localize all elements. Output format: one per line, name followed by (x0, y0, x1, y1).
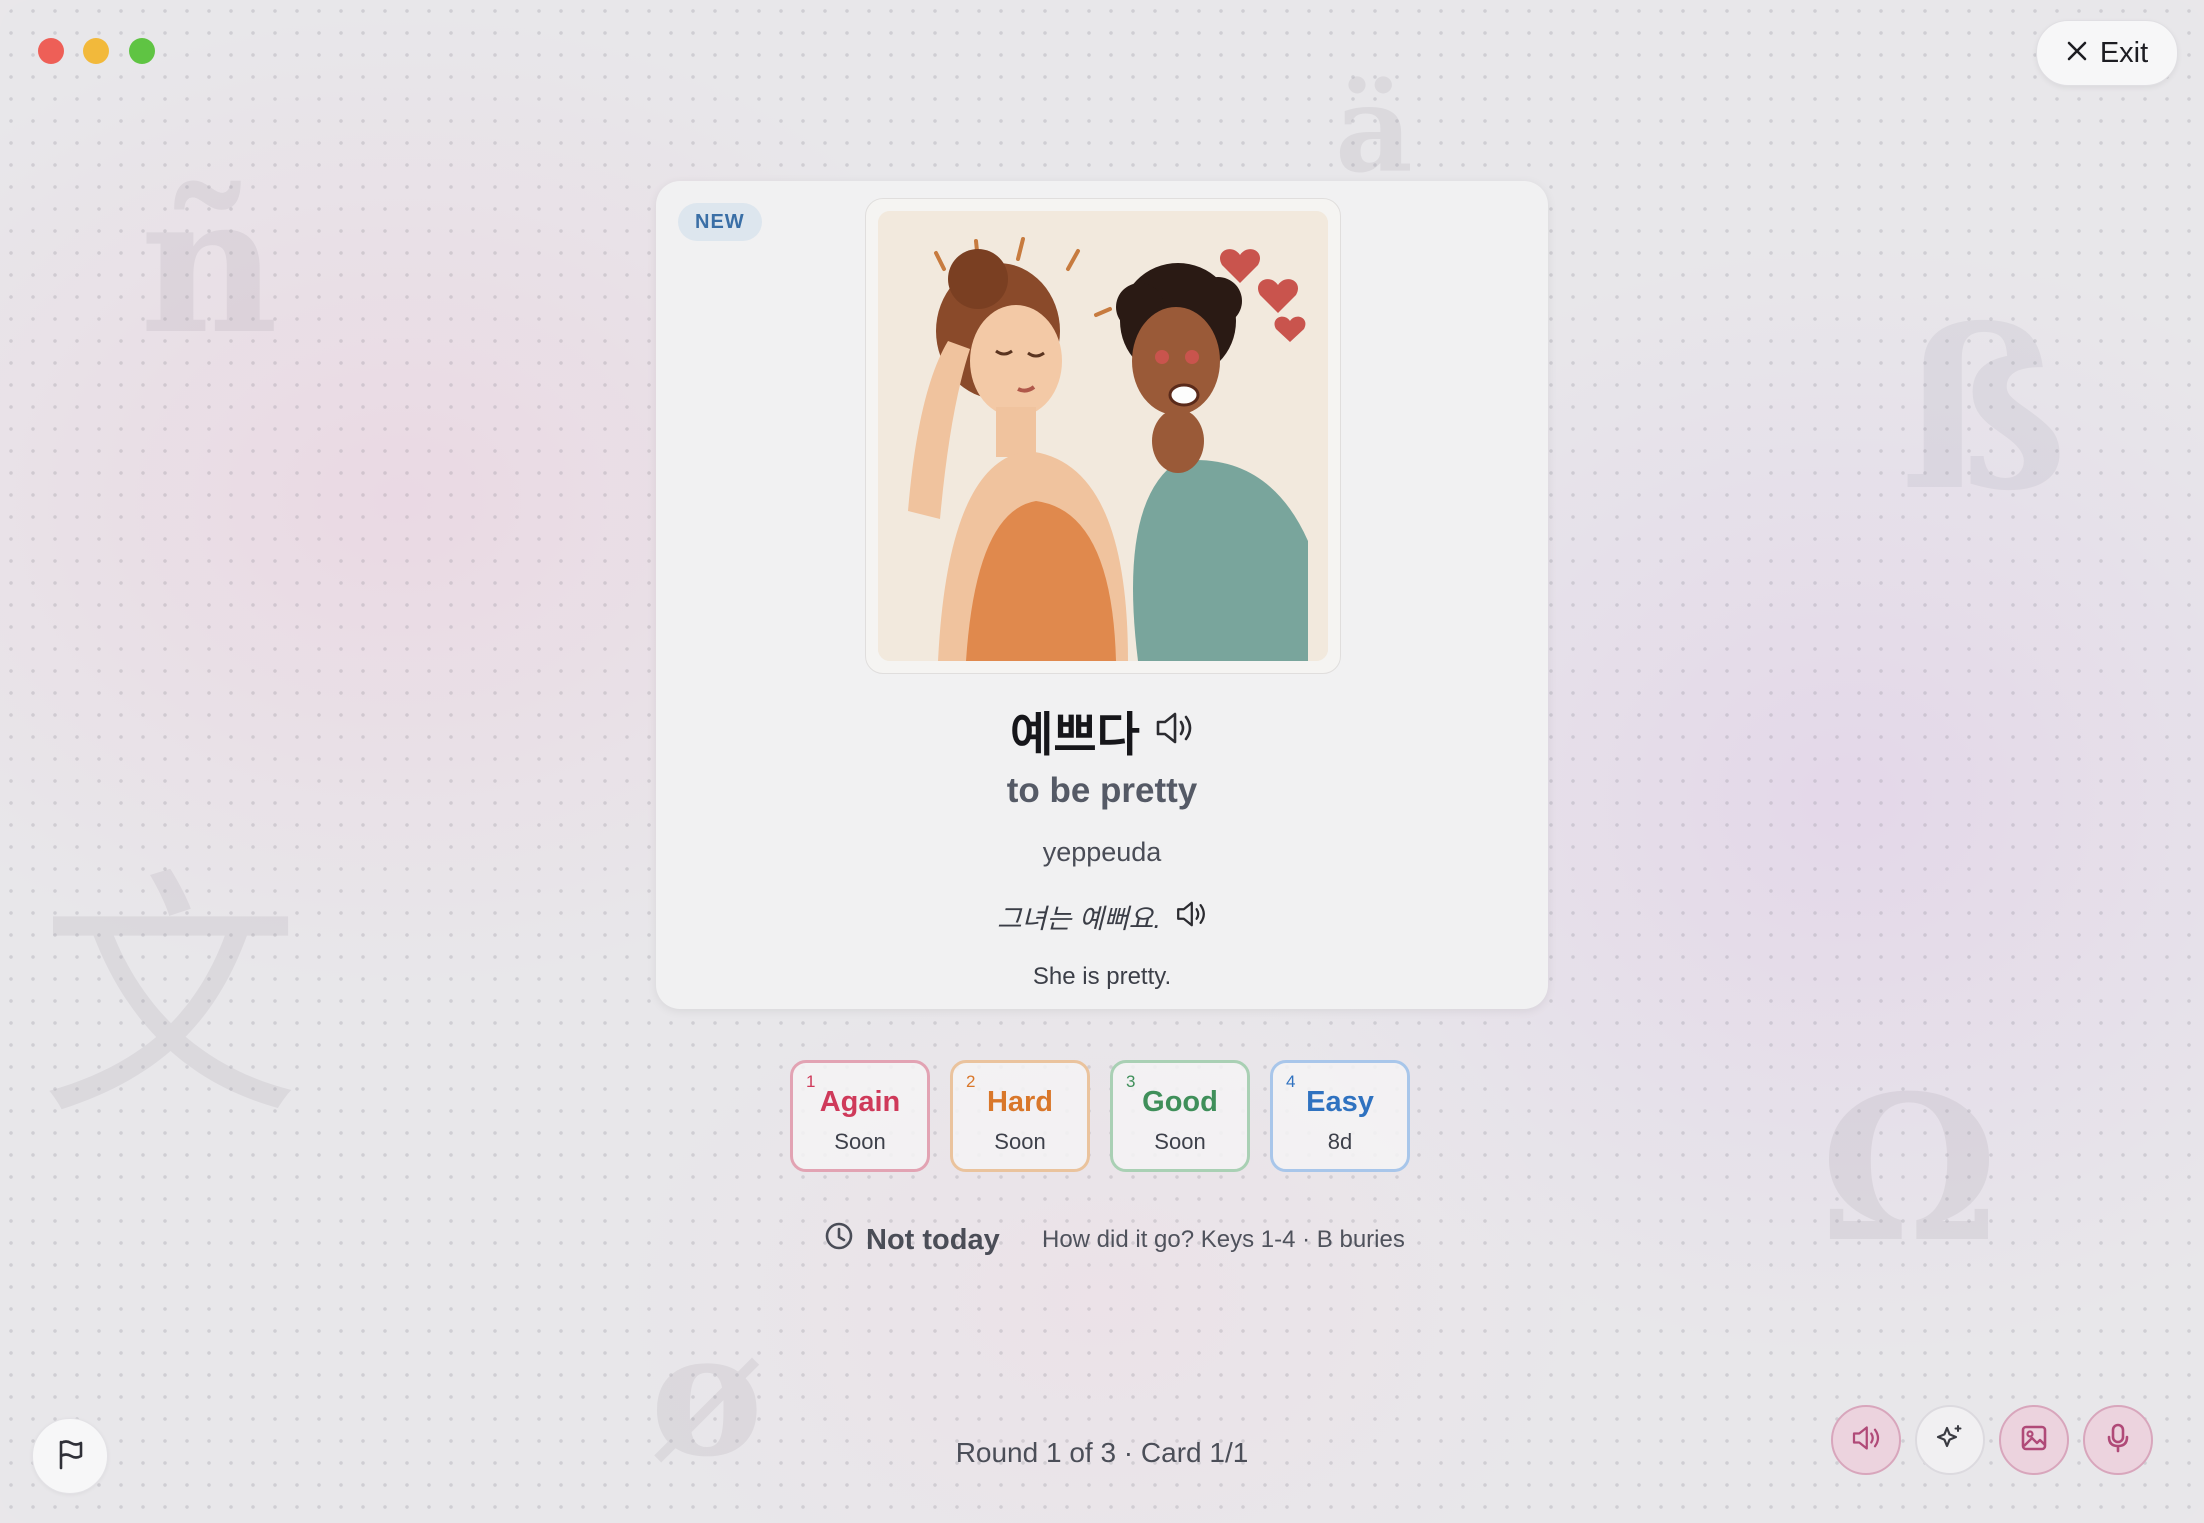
background-glyph: 文 (40, 849, 300, 1151)
rating-label: Easy (1306, 1086, 1374, 1118)
play-example-audio-icon[interactable] (1175, 899, 1207, 934)
target-word: 예쁘다 (1010, 708, 1140, 761)
rating-again-button[interactable]: 1 Again Soon (790, 1060, 930, 1172)
example-sentence: 그녀는 예뻐요. (996, 904, 1162, 934)
microphone-icon (2105, 1422, 2131, 1459)
ai-assist-button[interactable] (1915, 1405, 1985, 1475)
card-illustration (878, 211, 1328, 661)
exit-label: Exit (2099, 36, 2149, 69)
keyboard-hint: How did it go? Keys 1-4 · B buries (1042, 1226, 1405, 1253)
image-icon (2019, 1423, 2049, 1458)
rating-label: Good (1142, 1086, 1218, 1118)
image-toggle-button[interactable] (1999, 1405, 2069, 1475)
rating-good-button[interactable]: 3 Good Soon (1110, 1060, 1250, 1172)
clock-icon (824, 1221, 854, 1259)
rating-hard-button[interactable]: 2 Hard Soon (950, 1060, 1090, 1172)
romanization: yeppeuda (1042, 837, 1162, 867)
maximize-window-button[interactable] (129, 38, 155, 64)
flashcard: NEW 예쁘다 to be pretty yeppeuda 그녀는 예뻐요. S… (656, 181, 1548, 1009)
word-meaning: to be pretty (1006, 771, 1198, 810)
example-translation: She is pretty. (1032, 963, 1172, 990)
rating-label: Hard (986, 1086, 1054, 1118)
rating-interval: 8d (1327, 1129, 1353, 1154)
rating-interval: Soon (994, 1129, 1046, 1154)
minimize-window-button[interactable] (83, 38, 109, 64)
app-window: ñ ß 文 Ω ø ä Exit NEW 예쁘다 to be pretty ye… (0, 0, 2204, 1523)
audio-toggle-button[interactable] (1831, 1405, 1901, 1475)
close-icon (2066, 37, 2088, 70)
rating-label: Again (819, 1086, 901, 1118)
new-badge: NEW (678, 203, 762, 241)
example-row: 그녀는 예뻐요. (656, 897, 1548, 936)
rating-easy-button[interactable]: 4 Easy 8d (1270, 1060, 1410, 1172)
rating-interval: Soon (834, 1129, 886, 1154)
word-row: 예쁘다 (656, 696, 1548, 765)
sparkle-icon (1935, 1423, 1965, 1458)
card-image-frame (865, 198, 1341, 674)
background-glyph: ß (1900, 280, 2068, 539)
exit-button[interactable]: Exit (2036, 20, 2178, 86)
not-today-label: Not today (866, 1223, 1000, 1256)
background-glyph: Ω (1820, 1052, 1999, 1287)
background-glyph: ä (1335, 59, 1413, 200)
speaker-icon (1851, 1424, 1881, 1457)
close-window-button[interactable] (38, 38, 64, 64)
background-glyph: ñ (140, 153, 279, 376)
play-word-audio-icon[interactable] (1154, 710, 1194, 751)
microphone-button[interactable] (2083, 1405, 2153, 1475)
rating-interval: Soon (1154, 1129, 1206, 1154)
not-today-button[interactable]: Not today (824, 1220, 1000, 1260)
